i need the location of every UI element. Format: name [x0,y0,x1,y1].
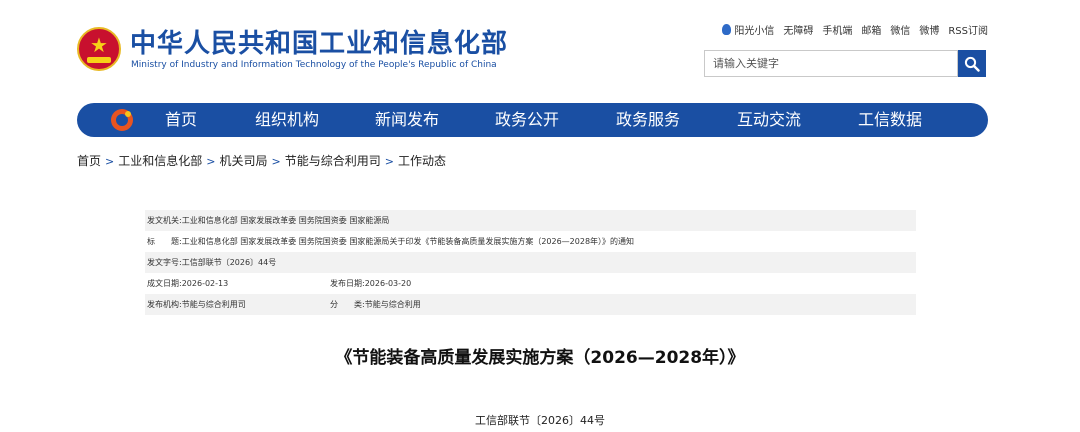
breadcrumb-work-news[interactable]: 工作动态 [398,154,446,168]
breadcrumb: 首页 > 工业和信息化部 > 机关司局 > 节能与综合利用司 > 工作动态 [77,152,446,169]
nav-organization[interactable]: 组织机构 [255,103,319,137]
document-meta-table: 发文机关:工业和信息化部 国家发展改革委 国务院国资委 国家能源局 标 题:工业… [145,210,916,315]
issuer-label: 发文机关: [147,216,182,225]
nav-home[interactable]: 首页 [165,103,197,137]
breadcrumb-separator: > [105,155,115,168]
published-label: 发布日期: [330,279,365,288]
national-emblem-icon: ★ [77,27,121,71]
nav-news[interactable]: 新闻发布 [375,103,439,137]
published-value: 2026-03-20 [364,279,412,288]
site-title[interactable]: 中华人民共和国工业和信息化部 [130,29,508,59]
breadcrumb-separator: > [271,155,281,168]
search-input[interactable] [705,51,961,76]
toplink-weibo[interactable]: 微博 [919,22,939,37]
meta-row-org: 发布机构:节能与综合利用司 分 类:节能与综合利用 [145,294,916,315]
top-links: 阳光小信 无障碍 手机端 邮箱 微信 微博 RSS订阅 [722,22,988,37]
breadcrumb-separator: > [206,155,216,168]
toplink-mail[interactable]: 邮箱 [861,22,881,37]
docno-value: 工信部联节〔2026〕44号 [181,258,277,267]
breadcrumb-ministry[interactable]: 工业和信息化部 [118,154,202,168]
title-label: 标 题: [147,237,182,246]
docno-label: 发文字号: [147,258,182,267]
toplink-rss[interactable]: RSS订阅 [948,22,988,37]
nav-gov-services[interactable]: 政务服务 [616,103,680,137]
toplink-sunshine[interactable]: 阳光小信 [722,22,774,37]
meta-row-title: 标 题:工业和信息化部 国家发展改革委 国务院国资委 国家能源局关于印发《节能装… [145,231,916,252]
nav-interaction[interactable]: 互动交流 [737,103,801,137]
org-label: 发布机构: [147,300,182,309]
created-value: 2026-02-13 [181,279,229,288]
category-label: 分 类: [330,300,365,309]
meta-row-issuer: 发文机关:工业和信息化部 国家发展改革委 国务院国资委 国家能源局 [145,210,916,231]
category-cell: 分 类:节能与综合利用 [330,294,421,315]
nav-data[interactable]: 工信数据 [858,103,922,137]
search-icon [964,56,980,72]
title-value: 工业和信息化部 国家发展改革委 国务院国资委 国家能源局关于印发《节能装备高质量… [181,237,635,246]
search-button[interactable] [958,50,986,77]
ministry-logo-icon[interactable] [111,109,133,131]
nav-gov-affairs[interactable]: 政务公开 [495,103,559,137]
toplink-wechat[interactable]: 微信 [890,22,910,37]
toplink-mobile[interactable]: 手机端 [822,22,852,37]
sunshine-icon [722,24,732,35]
toplink-accessibility[interactable]: 无障碍 [783,22,813,37]
breadcrumb-energy-dept[interactable]: 节能与综合利用司 [285,154,381,168]
breadcrumb-departments[interactable]: 机关司局 [219,154,267,168]
search-box [704,50,961,77]
document-number: 工信部联节〔2026〕44号 [475,414,605,427]
site-subtitle: Ministry of Industry and Information Tec… [131,60,497,70]
breadcrumb-separator: > [384,155,394,168]
main-nav: 首页 组织机构 新闻发布 政务公开 政务服务 互动交流 工信数据 [77,103,988,137]
breadcrumb-home[interactable]: 首页 [77,154,101,168]
meta-row-dates: 成文日期:2026-02-13 发布日期:2026-03-20 [145,273,916,294]
document-title: 《节能装备高质量发展实施方案（2026—2028年）》 [335,348,745,368]
created-label: 成文日期: [147,279,182,288]
meta-row-docno: 发文字号:工信部联节〔2026〕44号 [145,252,916,273]
issuer-value: 工业和信息化部 国家发展改革委 国务院国资委 国家能源局 [181,216,390,225]
published-cell: 发布日期:2026-03-20 [330,273,411,294]
org-value: 节能与综合利用司 [181,300,246,309]
category-value: 节能与综合利用 [364,300,421,309]
